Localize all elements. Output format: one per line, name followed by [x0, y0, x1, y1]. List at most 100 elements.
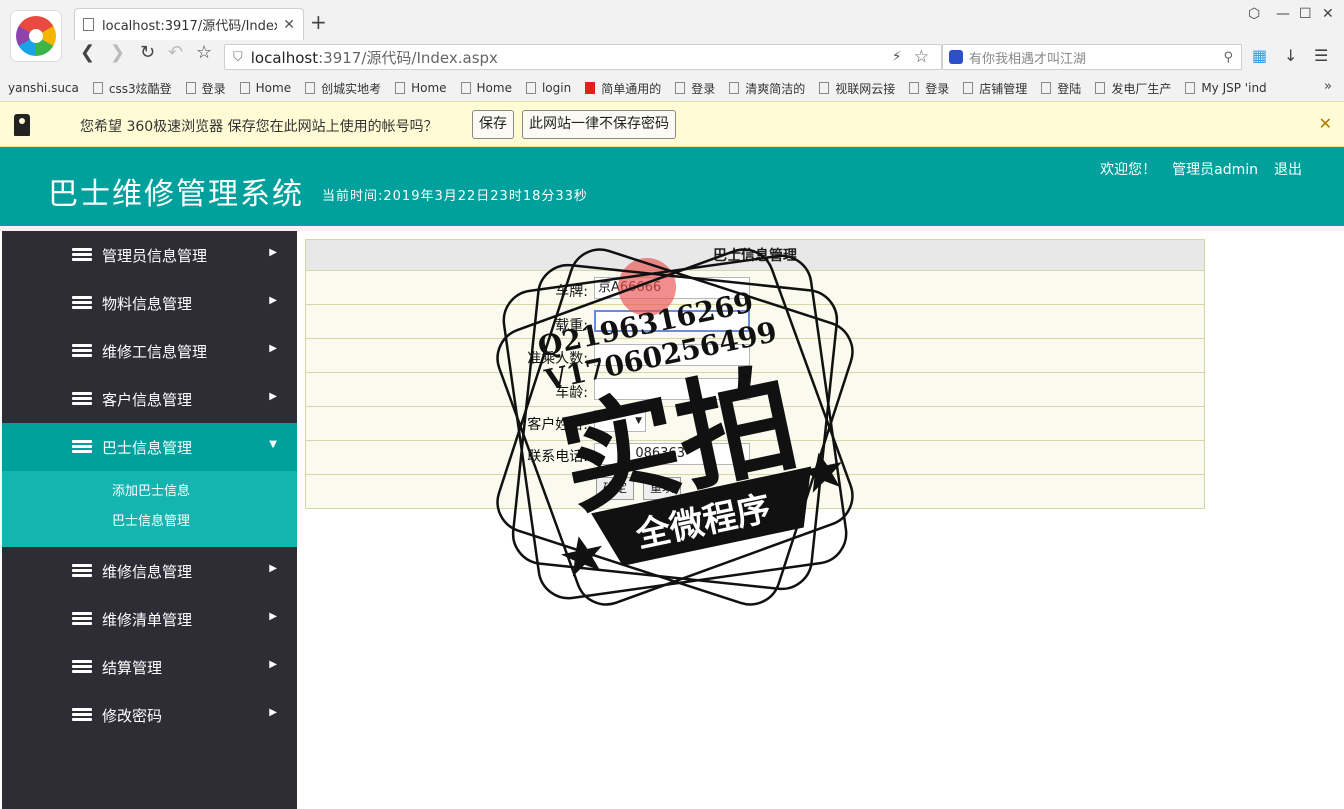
- caret-right-icon: ▶: [269, 563, 277, 574]
- baidu-icon: [949, 50, 963, 64]
- welcome-text: 欢迎您！: [1100, 162, 1157, 178]
- never-save-button[interactable]: 此网站一律不保存密码: [522, 110, 676, 139]
- sidebar-item[interactable]: 结算管理 ▶: [2, 643, 297, 691]
- bookmark-label: Home: [476, 81, 512, 95]
- bookmark-item[interactable]: 登录: [675, 80, 715, 97]
- bookmark-item[interactable]: 创城实地考: [305, 80, 381, 97]
- reload-icon[interactable]: ↻: [140, 42, 155, 63]
- lightning-icon[interactable]: ⚡: [892, 49, 902, 65]
- phone-input[interactable]: 086363: [594, 443, 750, 465]
- bookmark-item[interactable]: 简单通用的: [585, 80, 661, 97]
- caret-down-icon: ▼: [269, 439, 277, 450]
- bookmark-label: 简单通用的: [601, 81, 662, 96]
- search-bar[interactable]: 有你我相遇才叫江湖 ⚲: [942, 44, 1242, 70]
- bookmark-item[interactable]: 清爽简洁的: [729, 80, 805, 97]
- undo-icon[interactable]: ↶: [168, 42, 183, 63]
- submit-button[interactable]: 确定: [596, 477, 635, 500]
- phone-label: 联系电话:: [527, 449, 588, 465]
- bookmark-item[interactable]: 登录: [185, 80, 226, 97]
- bookmark-item[interactable]: 登录: [909, 80, 949, 97]
- bookmark-page-icon: [185, 82, 196, 94]
- sidebar-item[interactable]: 客户信息管理 ▶: [2, 375, 297, 423]
- close-tab-icon[interactable]: ✕: [283, 17, 295, 33]
- browser-logo-icon[interactable]: [10, 10, 62, 62]
- skin-icon[interactable]: ⬡: [1248, 6, 1260, 22]
- bookmark-label: 创城实地考: [321, 81, 382, 96]
- more-bookmarks-icon[interactable]: »: [1324, 79, 1332, 94]
- sidebar-item[interactable]: 维修工信息管理 ▶: [2, 327, 297, 375]
- sidebar-item[interactable]: 管理员信息管理 ▶: [2, 231, 297, 279]
- bookmark-label: 登录: [691, 81, 716, 96]
- close-infobar-icon[interactable]: ✕: [1319, 114, 1332, 133]
- back-icon[interactable]: ❮: [80, 42, 95, 63]
- stack-icon: [72, 564, 92, 578]
- bookmark-item[interactable]: Home: [460, 81, 512, 95]
- bookmark-item[interactable]: My JSP 'ind: [1185, 81, 1267, 95]
- sidebar-item-label: 巴士信息管理: [102, 439, 193, 457]
- logout-link[interactable]: 退出: [1274, 159, 1302, 179]
- bookmark-star-icon[interactable]: ☆: [914, 47, 929, 67]
- bookmark-item[interactable]: css3炫酷登: [92, 80, 172, 97]
- bookmark-item[interactable]: login: [525, 81, 571, 95]
- stack-icon: [72, 440, 92, 454]
- bookmark-item[interactable]: 登陆: [1041, 80, 1081, 97]
- sidebar-item[interactable]: 维修清单管理 ▶: [2, 595, 297, 643]
- infobar-message: 您希望 360极速浏览器 保存您在此网站上使用的帐号吗？: [80, 119, 438, 135]
- age-input[interactable]: [594, 378, 750, 400]
- click-indicator: [618, 258, 676, 316]
- caret-right-icon: ▶: [269, 611, 277, 622]
- bookmark-page-icon: [1041, 82, 1052, 94]
- home-star-icon[interactable]: ☆: [196, 42, 212, 63]
- bookmark-logo-icon: [585, 82, 596, 94]
- bookmark-page-icon: [239, 82, 250, 94]
- browser-chrome: localhost:3917/源代码/Index.a ✕ + ⬡ — ☐ ✕ ❮…: [0, 0, 1344, 147]
- user-name-link[interactable]: 管理员admin: [1172, 159, 1258, 179]
- stack-icon: [72, 392, 92, 406]
- forward-icon[interactable]: ❯: [110, 42, 125, 63]
- save-password-button[interactable]: 保存: [472, 110, 514, 139]
- bookmark-label: yanshi.suca: [8, 81, 79, 95]
- key-icon: [14, 114, 30, 136]
- close-window-icon[interactable]: ✕: [1322, 6, 1334, 22]
- passengers-input[interactable]: [594, 344, 750, 366]
- bookmark-item[interactable]: yanshi.suca: [8, 81, 79, 95]
- bookmark-item[interactable]: Home: [395, 81, 447, 95]
- apps-icon[interactable]: ▦: [1252, 46, 1267, 65]
- browser-tab[interactable]: localhost:3917/源代码/Index.a ✕: [74, 8, 304, 40]
- stack-icon: [72, 612, 92, 626]
- bookmark-item[interactable]: 店铺管理: [963, 80, 1027, 97]
- sidebar-item-label: 物料信息管理: [102, 295, 193, 313]
- stack-icon: [72, 660, 92, 674]
- sidebar-item-label: 维修清单管理: [102, 611, 193, 629]
- menu-icon[interactable]: ☰: [1314, 46, 1328, 65]
- submenu-item[interactable]: 巴士信息管理: [2, 511, 297, 541]
- download-icon[interactable]: ↓: [1284, 46, 1297, 65]
- sidebar-item[interactable]: 巴士信息管理 ▼: [2, 423, 297, 471]
- bookmark-page-icon: [1095, 82, 1106, 94]
- sidebar-item[interactable]: 修改密码 ▶: [2, 691, 297, 739]
- bookmark-page-icon: [819, 82, 830, 94]
- plate-label: 车牌:: [555, 284, 588, 300]
- bookmark-label: Home: [255, 81, 292, 95]
- maximize-icon[interactable]: ☐: [1299, 6, 1312, 22]
- customer-select[interactable]: ▼: [594, 410, 646, 432]
- bookmark-page-icon: [963, 82, 974, 94]
- minimize-icon[interactable]: —: [1276, 6, 1290, 22]
- address-bar[interactable]: ⛉ localhost:3917/源代码/Index.aspx ⚡ ☆: [224, 44, 942, 70]
- bookmark-page-icon: [305, 82, 316, 94]
- bookmark-item[interactable]: 发电厂生产: [1095, 80, 1171, 97]
- url-text[interactable]: localhost:3917/源代码/Index.aspx: [251, 47, 892, 68]
- load-label: 载重:: [555, 318, 588, 334]
- reset-button[interactable]: 重填: [643, 477, 682, 500]
- bookmark-item[interactable]: Home: [239, 81, 292, 95]
- new-tab-icon[interactable]: +: [310, 10, 327, 34]
- sidebar-item[interactable]: 物料信息管理 ▶: [2, 279, 297, 327]
- load-input[interactable]: [594, 310, 750, 332]
- bookmarks-bar: yanshi.suca css3炫酷登 登录 Home 创城实地考 Home Home log…: [0, 76, 1344, 100]
- sidebar-item[interactable]: 维修信息管理 ▶: [2, 547, 297, 595]
- sidebar-item-label: 客户信息管理: [102, 391, 193, 409]
- bookmark-label: Home: [411, 81, 447, 95]
- bookmark-item[interactable]: 视联网云接: [819, 80, 895, 97]
- search-icon[interactable]: ⚲: [1223, 50, 1233, 65]
- submenu-item[interactable]: 添加巴士信息: [2, 481, 297, 511]
